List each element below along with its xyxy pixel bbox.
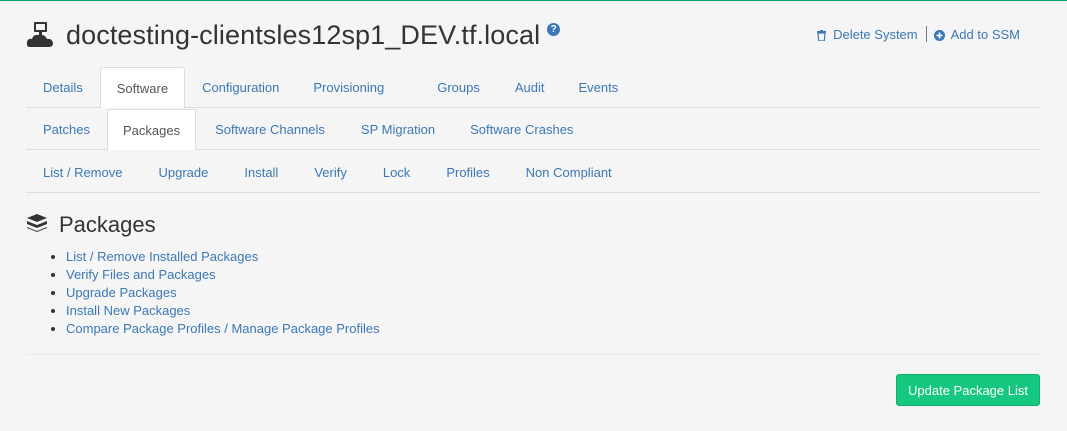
tab-sp-migration[interactable]: SP Migration (343, 109, 453, 149)
section-header: Packages (26, 212, 156, 238)
page-header: doctesting-clientsles12sp1_DEV.tf.local … (26, 15, 561, 55)
tab-install[interactable]: Install (226, 151, 296, 192)
upgrade-link[interactable]: Upgrade Packages (66, 285, 177, 300)
actions-divider (925, 26, 927, 42)
delete-system-label: Delete System (833, 26, 918, 42)
packages-icon (26, 213, 48, 237)
update-package-list-button[interactable]: Update Package List (896, 374, 1040, 406)
tab-events[interactable]: Events (562, 67, 636, 107)
profiles-link[interactable]: Compare Package Profiles / Manage Packag… (66, 321, 380, 336)
delete-system-link[interactable]: Delete System (816, 27, 918, 42)
add-to-ssm-link[interactable]: Add to SSM (933, 26, 1020, 42)
tab-configuration[interactable]: Configuration (185, 67, 296, 107)
tab-software[interactable]: Software (99, 67, 186, 108)
list-item: List / Remove Installed Packages (66, 248, 380, 266)
packages-link-list: List / Remove Installed Packages Verify … (48, 248, 380, 338)
header-actions: Delete System Add to SSM (816, 26, 1020, 42)
tab-groups[interactable]: Groups (420, 67, 498, 107)
section-divider (26, 354, 1041, 355)
page-title: doctesting-clientsles12sp1_DEV.tf.local (66, 19, 541, 50)
tab-packages[interactable]: Packages (106, 109, 197, 150)
tab-software-crashes[interactable]: Software Crashes (453, 109, 590, 149)
tab-non-compliant[interactable]: Non Compliant (508, 151, 630, 192)
tab-audit[interactable]: Audit (498, 67, 562, 107)
tab-software-channels[interactable]: Software Channels (196, 109, 343, 149)
secondary-tabs: Patches Packages Software Channels SP Mi… (26, 109, 1041, 150)
list-remove-link[interactable]: List / Remove Installed Packages (66, 249, 258, 264)
package-tabs: List / Remove Upgrade Install Verify Loc… (26, 151, 1041, 193)
trash-icon (816, 29, 827, 42)
primary-tabs: Details Software Configuration Provision… (26, 67, 1041, 108)
plus-circle-icon (933, 29, 945, 41)
tab-list-remove[interactable]: List / Remove (26, 151, 140, 192)
section-title: Packages (59, 212, 156, 237)
tab-lock[interactable]: Lock (365, 151, 428, 192)
tab-verify[interactable]: Verify (296, 151, 365, 192)
question-circle-icon[interactable]: ? (547, 22, 561, 36)
tab-provisioning[interactable]: Provisioning (296, 67, 420, 107)
tab-upgrade[interactable]: Upgrade (140, 151, 226, 192)
verify-link[interactable]: Verify Files and Packages (66, 267, 216, 282)
system-icon (26, 21, 54, 49)
tab-patches[interactable]: Patches (26, 109, 107, 149)
install-link[interactable]: Install New Packages (66, 303, 190, 318)
tab-details[interactable]: Details (26, 67, 100, 107)
add-to-ssm-label: Add to SSM (950, 26, 1020, 42)
list-item: Compare Package Profiles / Manage Packag… (66, 320, 380, 338)
list-item: Verify Files and Packages (66, 266, 380, 284)
tab-profiles[interactable]: Profiles (428, 151, 507, 192)
list-item: Install New Packages (66, 302, 380, 320)
list-item: Upgrade Packages (66, 284, 380, 302)
